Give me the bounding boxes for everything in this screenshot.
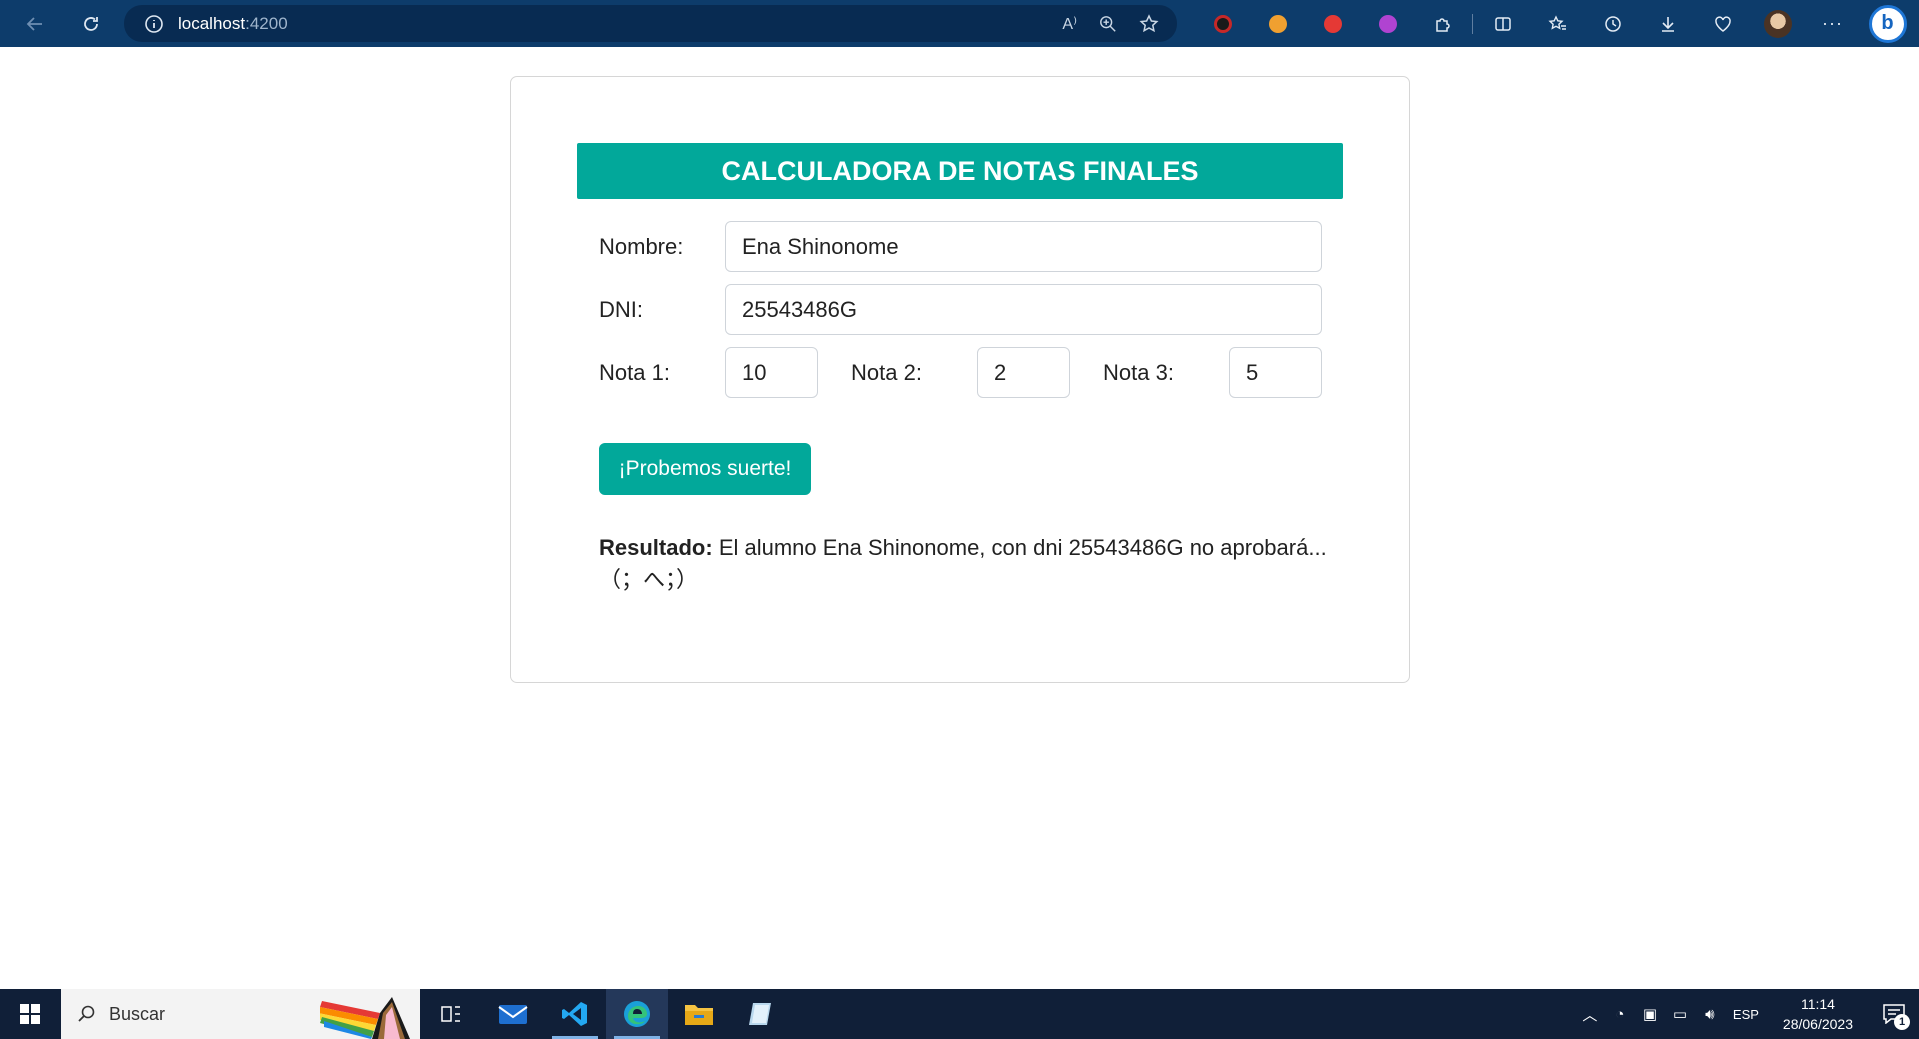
task-view-button[interactable] xyxy=(420,989,482,1039)
read-aloud-icon[interactable]: A⁾ xyxy=(1062,14,1077,34)
clock-date: 28/06/2023 xyxy=(1782,1016,1853,1032)
notepad-icon xyxy=(749,1003,771,1025)
notifications-button[interactable]: 1 xyxy=(1869,989,1919,1039)
extension-icon xyxy=(1213,14,1232,33)
avatar xyxy=(1763,9,1792,38)
windows-taskbar: Buscar ︿ ◔ ▣ ▭ 🔊︎ ESP 11:14 28/06/2023 1 xyxy=(0,989,1919,1039)
search-icon xyxy=(78,1005,95,1022)
edge-icon xyxy=(624,1001,650,1027)
edge-app-button[interactable] xyxy=(606,989,668,1039)
nota2-input[interactable]: 2 xyxy=(977,347,1070,398)
extension-icon xyxy=(1323,14,1342,33)
pride-flag-icon xyxy=(320,997,410,1039)
mail-app-button[interactable] xyxy=(482,989,544,1039)
file-explorer-button[interactable] xyxy=(668,989,730,1039)
volume-icon[interactable]: 🔊︎ xyxy=(1695,1006,1725,1023)
url-text: localhost:4200 xyxy=(178,13,288,33)
split-screen-button[interactable] xyxy=(1475,0,1530,47)
settings-more-button[interactable]: ··· xyxy=(1805,0,1860,47)
bing-icon: b xyxy=(1868,4,1907,43)
zoom-icon[interactable] xyxy=(1099,15,1117,33)
history-icon xyxy=(1604,15,1621,32)
extension-3-button[interactable] xyxy=(1305,0,1360,47)
extension-4-button[interactable] xyxy=(1360,0,1415,47)
chevron-up-icon[interactable]: ︿ xyxy=(1575,1004,1605,1025)
heart-pulse-icon xyxy=(1714,15,1731,32)
result-label: Resultado: xyxy=(599,535,713,560)
browser-toolbar: localhost:4200 A⁾ ··· b xyxy=(0,0,1919,47)
nota2-label: Nota 2: xyxy=(851,360,922,385)
extension-icon xyxy=(1378,14,1397,33)
favorites-list-icon xyxy=(1547,14,1566,30)
nota3-input[interactable]: 5 xyxy=(1229,347,1322,398)
profile-button[interactable] xyxy=(1750,0,1805,47)
extension-2-button[interactable] xyxy=(1250,0,1305,47)
wifi-icon[interactable]: ◔ xyxy=(1605,1006,1635,1023)
start-button[interactable] xyxy=(0,989,60,1039)
nombre-input[interactable]: Ena Shinonome xyxy=(725,221,1322,272)
puzzle-icon xyxy=(1435,17,1450,32)
search-placeholder: Buscar xyxy=(109,1003,166,1024)
bing-button[interactable]: b xyxy=(1860,0,1915,47)
mail-icon xyxy=(498,1005,528,1024)
extension-1-button[interactable] xyxy=(1195,0,1250,47)
page-title: CALCULADORA DE NOTAS FINALES xyxy=(577,143,1343,199)
notes-app-button[interactable] xyxy=(730,989,792,1039)
address-bar[interactable]: localhost:4200 A⁾ xyxy=(124,5,1177,42)
nota3-label: Nota 3: xyxy=(1103,360,1174,385)
task-view-icon xyxy=(441,1006,460,1022)
back-button[interactable] xyxy=(18,7,52,41)
calculator-card: CALCULADORA DE NOTAS FINALES Nombre: Ena… xyxy=(510,76,1410,683)
extension-icon xyxy=(1268,14,1287,33)
nota1-input[interactable]: 10 xyxy=(725,347,818,398)
battery-icon[interactable]: ▭ xyxy=(1665,1005,1695,1023)
download-icon xyxy=(1661,16,1674,32)
toolbar-divider xyxy=(1472,13,1473,34)
more-icon: ··· xyxy=(1822,13,1843,33)
dni-input[interactable]: 25543486G xyxy=(725,284,1322,335)
info-icon[interactable] xyxy=(144,14,164,34)
extensions-button[interactable] xyxy=(1415,0,1470,47)
vscode-app-button[interactable] xyxy=(544,989,606,1039)
downloads-button[interactable] xyxy=(1640,0,1695,47)
history-button[interactable] xyxy=(1585,0,1640,47)
refresh-button[interactable] xyxy=(74,7,108,41)
system-tray: ︿ ◔ ▣ ▭ 🔊︎ ESP 11:14 28/06/2023 1 xyxy=(1575,989,1919,1039)
refresh-icon xyxy=(84,16,98,31)
favorite-star-icon[interactable] xyxy=(1139,13,1159,34)
language-indicator[interactable]: ESP xyxy=(1733,1007,1759,1022)
favorites-button[interactable] xyxy=(1530,0,1585,47)
dni-label: DNI: xyxy=(599,297,643,322)
clock[interactable]: 11:14 28/06/2023 xyxy=(1783,994,1853,1034)
performance-button[interactable] xyxy=(1695,0,1750,47)
folder-icon xyxy=(685,1005,713,1025)
nota1-label: Nota 1: xyxy=(599,360,670,385)
taskbar-search[interactable]: Buscar xyxy=(61,989,420,1039)
arrow-left-icon xyxy=(26,16,42,31)
nombre-label: Nombre: xyxy=(599,234,684,259)
clock-time: 11:14 xyxy=(1800,996,1835,1012)
result-text: Resultado: El alumno Ena Shinonome, con … xyxy=(599,532,1339,596)
device-icon[interactable]: ▣ xyxy=(1635,1005,1665,1023)
vscode-icon xyxy=(562,1002,587,1026)
probemos-suerte-button[interactable]: ¡Probemos suerte! xyxy=(599,443,811,495)
windows-logo-icon xyxy=(20,1004,40,1024)
split-screen-icon xyxy=(1494,16,1511,31)
notification-badge: 1 xyxy=(1894,1014,1910,1030)
